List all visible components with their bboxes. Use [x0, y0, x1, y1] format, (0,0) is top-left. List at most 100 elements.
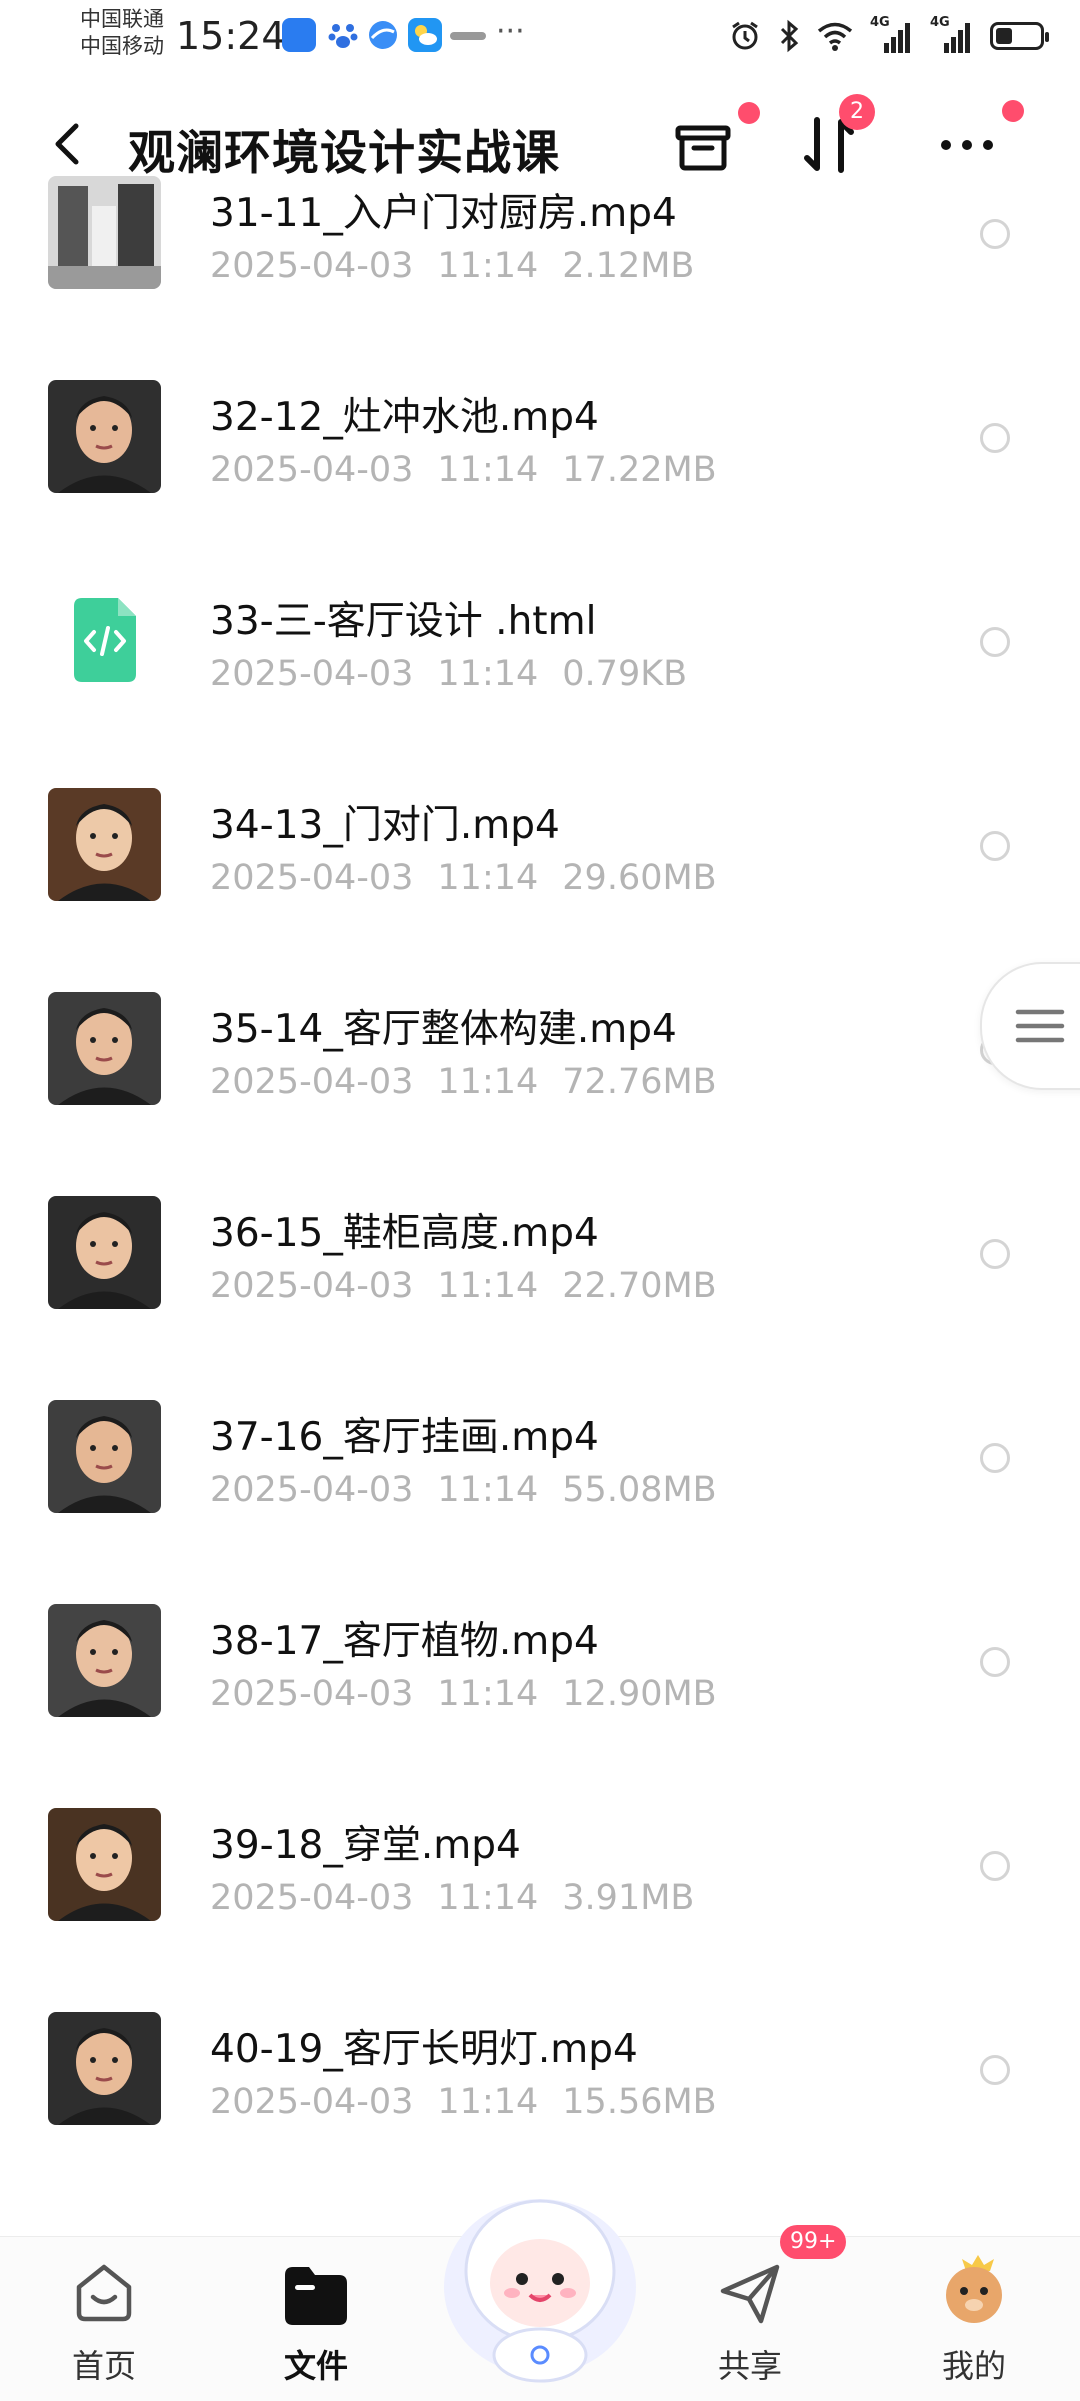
file-time: 11:14 — [437, 1470, 539, 1510]
file-row[interactable]: 38-17_客厅植物.mp4 2025-04-03 11:14 12.90MB — [0, 1560, 1080, 1764]
alarm-icon — [732, 21, 758, 50]
video-thumbnail — [48, 788, 161, 901]
weather-icon — [408, 18, 442, 52]
file-size: 17.22MB — [562, 450, 717, 490]
file-size: 22.70MB — [562, 1266, 717, 1306]
file-size: 12.90MB — [562, 1674, 717, 1714]
video-thumbnail — [48, 2012, 161, 2125]
select-radio[interactable] — [980, 1851, 1010, 1881]
baidu-paw-icon — [326, 18, 360, 52]
file-date: 2025-04-03 — [210, 1470, 414, 1510]
file-row[interactable]: 34-13_门对门.mp4 2025-04-03 11:14 29.60MB — [0, 744, 1080, 948]
tab-home-label: 首页 — [71, 2347, 136, 2385]
status-bar: 中国联通 中国移动 15:24 ··· 4G 4G — [0, 0, 1080, 80]
file-time: 11:14 — [437, 2082, 539, 2122]
select-radio[interactable] — [980, 1647, 1010, 1677]
select-radio[interactable] — [980, 1239, 1010, 1269]
html-file-icon — [48, 584, 161, 697]
file-size: 3.91MB — [562, 1878, 695, 1918]
tab-mine[interactable]: 我的 — [904, 2237, 1044, 2401]
file-row[interactable]: 35-14_客厅整体构建.mp4 2025-04-03 11:14 72.76MB — [0, 948, 1080, 1152]
tab-home[interactable]: 首页 — [34, 2237, 174, 2401]
more-notification-dot — [1002, 100, 1024, 122]
file-size: 72.76MB — [562, 1062, 717, 1102]
assistant-mascot-button[interactable] — [432, 2175, 648, 2391]
file-size: 55.08MB — [562, 1470, 717, 1510]
more-notifications-icon: ··· — [496, 14, 525, 49]
file-date: 2025-04-03 — [210, 654, 414, 694]
file-name: 36-15_鞋柜高度.mp4 — [210, 1211, 599, 1256]
file-name: 31-11_入户门对厨房.mp4 — [210, 191, 677, 236]
clock: 15:24 — [176, 14, 286, 58]
carrier-labels: 中国联通 中国移动 — [80, 6, 164, 60]
file-meta: 2025-04-03 11:14 55.08MB — [210, 1470, 717, 1510]
select-radio[interactable] — [980, 423, 1010, 453]
file-row[interactable]: 37-16_客厅挂画.mp4 2025-04-03 11:14 55.08MB — [0, 1356, 1080, 1560]
transfer-count-badge: 2 — [839, 94, 875, 130]
file-size: 29.60MB — [562, 858, 717, 898]
video-thumbnail — [48, 1604, 161, 1717]
bottom-navigation: 首页 文件 99+ 共享 我的 — [0, 2199, 1080, 2401]
select-radio[interactable] — [980, 1443, 1010, 1473]
file-meta: 2025-04-03 11:14 3.91MB — [210, 1878, 694, 1918]
file-name: 40-19_客厅长明灯.mp4 — [210, 2027, 638, 2072]
video-thumbnail — [48, 1808, 161, 1921]
select-radio[interactable] — [980, 219, 1010, 249]
file-meta: 2025-04-03 11:14 0.79KB — [210, 654, 687, 694]
signal-2-icon: 4G — [930, 15, 974, 53]
file-row[interactable]: 36-15_鞋柜高度.mp4 2025-04-03 11:14 22.70MB — [0, 1152, 1080, 1356]
file-time: 11:14 — [437, 654, 539, 694]
video-thumbnail — [48, 1196, 161, 1309]
select-radio[interactable] — [980, 2055, 1010, 2085]
file-date: 2025-04-03 — [210, 1266, 414, 1306]
file-date: 2025-04-03 — [210, 1878, 414, 1918]
file-name: 33-三-客厅设计 .html — [210, 599, 597, 644]
app-notification-icon — [282, 18, 316, 52]
file-row[interactable]: 32-12_灶冲水池.mp4 2025-04-03 11:14 17.22MB — [0, 336, 1080, 540]
tab-files-label: 文件 — [283, 2347, 348, 2385]
tab-mine-label: 我的 — [941, 2347, 1006, 2385]
file-time: 11:14 — [437, 246, 539, 286]
tab-files[interactable]: 文件 — [246, 2237, 386, 2401]
select-radio[interactable] — [980, 627, 1010, 657]
video-thumbnail — [48, 176, 161, 289]
file-meta: 2025-04-03 11:14 22.70MB — [210, 1266, 717, 1306]
file-name: 38-17_客厅植物.mp4 — [210, 1619, 599, 1664]
message-bar-icon — [450, 32, 486, 40]
file-meta: 2025-04-03 11:14 72.76MB — [210, 1062, 717, 1102]
tab-share-label: 共享 — [717, 2347, 782, 2385]
file-date: 2025-04-03 — [210, 1062, 414, 1102]
network-type-1: 4G — [870, 15, 890, 30]
file-date: 2025-04-03 — [210, 246, 414, 286]
video-thumbnail — [48, 992, 161, 1105]
select-radio[interactable] — [980, 831, 1010, 861]
file-name: 35-14_客厅整体构建.mp4 — [210, 1007, 677, 1052]
file-size: 2.12MB — [562, 246, 695, 286]
video-thumbnail — [48, 380, 161, 493]
file-row[interactable]: 33-三-客厅设计 .html 2025-04-03 11:14 0.79KB — [0, 540, 1080, 744]
file-name: 39-18_穿堂.mp4 — [210, 1823, 521, 1868]
file-date: 2025-04-03 — [210, 858, 414, 898]
file-row[interactable]: 40-19_客厅长明灯.mp4 2025-04-03 11:14 15.56MB — [0, 1968, 1080, 2172]
archive-notification-dot — [738, 102, 760, 124]
wifi-icon — [817, 22, 853, 51]
browser-icon — [366, 18, 400, 52]
file-time: 11:14 — [437, 450, 539, 490]
tab-share[interactable]: 99+ 共享 — [680, 2225, 847, 2401]
file-row[interactable]: 31-11_入户门对厨房.mp4 2025-04-03 11:14 2.12MB — [0, 132, 1080, 336]
file-name: 32-12_灶冲水池.mp4 — [210, 395, 599, 440]
file-time: 11:14 — [437, 1878, 539, 1918]
file-time: 11:14 — [437, 1674, 539, 1714]
file-size: 0.79KB — [562, 654, 688, 694]
file-row[interactable]: 39-18_穿堂.mp4 2025-04-03 11:14 3.91MB — [0, 1764, 1080, 1968]
system-status: 4G 4G — [728, 15, 1049, 56]
file-name: 37-16_客厅挂画.mp4 — [210, 1415, 599, 1460]
bluetooth-icon — [780, 19, 799, 53]
menu-lines-icon — [1015, 1009, 1065, 1043]
battery-icon — [990, 22, 1049, 50]
share-count-badge: 99+ — [780, 2225, 847, 2259]
file-name: 34-13_门对门.mp4 — [210, 803, 560, 848]
signal-1-icon: 4G — [870, 15, 914, 53]
video-thumbnail — [48, 1400, 161, 1513]
carrier-2: 中国移动 — [80, 34, 164, 58]
